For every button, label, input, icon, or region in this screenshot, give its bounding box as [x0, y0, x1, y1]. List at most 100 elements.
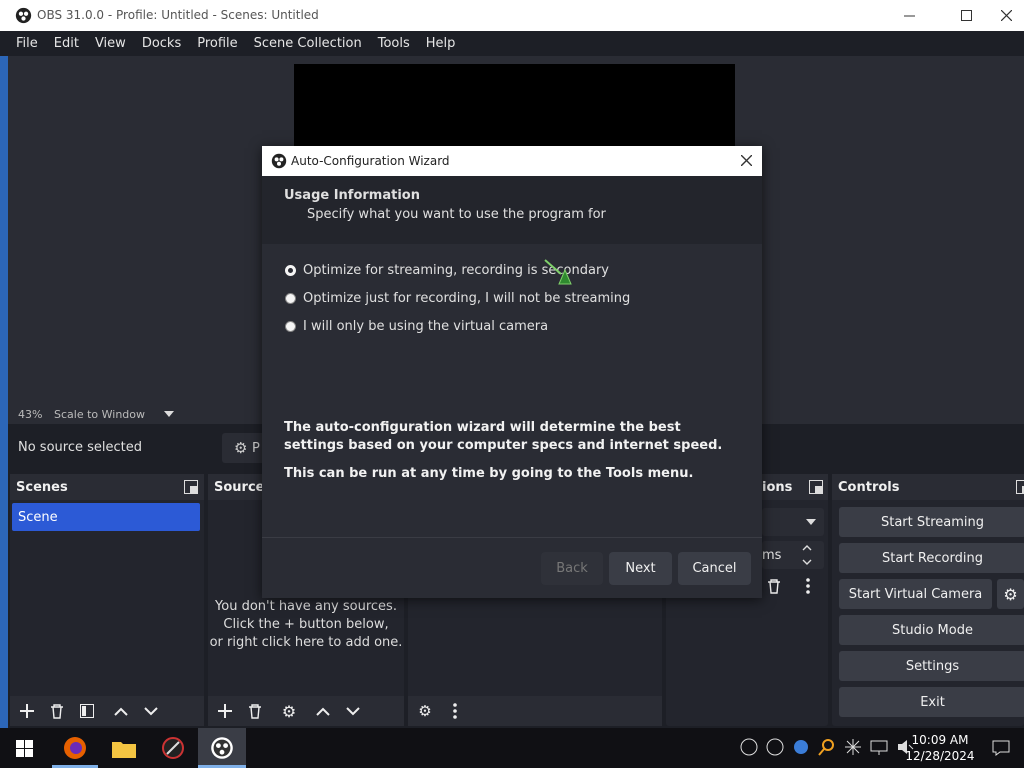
search-icon[interactable] — [818, 738, 836, 756]
clock-time: 10:09 AM — [911, 733, 969, 747]
menu-help[interactable]: Help — [418, 36, 464, 51]
gears-icon: ⚙ — [418, 702, 432, 720]
scene-list-item[interactable]: Scene — [12, 503, 200, 531]
remove-source-button[interactable] — [240, 696, 270, 726]
network-icon[interactable] — [844, 738, 862, 756]
maximize-button[interactable] — [943, 0, 989, 31]
move-source-down-button[interactable] — [338, 696, 368, 726]
duration-unit: ms — [762, 548, 782, 563]
kebab-menu-icon — [453, 703, 457, 719]
trash-icon — [249, 703, 261, 719]
scene-filters-button[interactable] — [72, 696, 102, 726]
empty-line-2: Click the + button below, — [223, 617, 389, 632]
settings-button[interactable]: Settings — [839, 651, 1024, 681]
menu-file[interactable]: File — [8, 36, 46, 51]
menu-docks[interactable]: Docks — [134, 36, 189, 51]
sources-title: Source — [214, 479, 265, 495]
start-streaming-button[interactable]: Start Streaming — [839, 507, 1024, 537]
cursor-icon — [544, 259, 572, 285]
virtual-camera-settings-button[interactable]: ⚙ — [997, 579, 1024, 609]
add-source-button[interactable] — [210, 696, 240, 726]
next-button[interactable]: Next — [609, 552, 672, 585]
gear-icon: ⚙ — [281, 701, 297, 721]
spin-arrows-icon[interactable] — [802, 544, 812, 566]
transition-select[interactable] — [762, 508, 824, 536]
audio-settings-button[interactable]: ⚙ — [410, 696, 440, 726]
taskbar-obs[interactable] — [198, 728, 246, 768]
menu-edit[interactable]: Edit — [46, 36, 87, 51]
transition-duration-field[interactable]: ms — [762, 541, 824, 569]
auto-config-wizard-dialog: Auto-Configuration Wizard Usage Informat… — [262, 146, 762, 598]
empty-line-1: You don't have any sources. — [215, 599, 397, 614]
exit-button[interactable]: Exit — [839, 687, 1024, 717]
scenes-toolbar — [10, 696, 204, 726]
desktop-edge — [0, 56, 8, 728]
taskbar-file-explorer[interactable] — [101, 728, 147, 768]
obs-logo-icon — [15, 7, 32, 24]
taskbar-firefox[interactable] — [52, 728, 98, 768]
clock[interactable]: 10:09 AM 12/28/2024 — [905, 732, 975, 764]
scenes-dock: Scenes Scene — [10, 474, 204, 726]
notifications-button[interactable] — [978, 728, 1024, 768]
app-icon — [162, 737, 184, 759]
add-scene-button[interactable] — [12, 696, 42, 726]
transition-menu-button[interactable] — [793, 571, 823, 601]
scale-mode-select[interactable]: Scale to Window — [54, 408, 145, 421]
wizard-subheading: Specify what you want to use the program… — [307, 207, 606, 222]
option-recording[interactable]: Optimize just for recording, I will not … — [285, 291, 630, 306]
radio-icon[interactable] — [285, 321, 296, 332]
move-scene-down-button[interactable] — [136, 696, 166, 726]
trash-icon — [51, 703, 63, 719]
start-recording-button[interactable]: Start Recording — [839, 543, 1024, 573]
kebab-menu-icon — [806, 578, 810, 594]
obs-logo-icon — [271, 153, 287, 169]
wizard-info-1: The auto-configuration wizard will deter… — [284, 420, 723, 453]
obs-tray-icon[interactable] — [766, 738, 784, 756]
close-icon[interactable] — [741, 155, 752, 166]
properties-label: P — [252, 441, 260, 456]
controls-dock-header: Controls — [832, 474, 1024, 500]
chevron-down-icon[interactable] — [164, 411, 174, 418]
start-button[interactable] — [0, 728, 48, 768]
filter-icon — [80, 704, 94, 718]
remove-transition-button[interactable] — [759, 571, 789, 601]
move-source-up-button[interactable] — [308, 696, 338, 726]
undock-icon[interactable] — [1016, 480, 1024, 494]
start-virtual-camera-button[interactable]: Start Virtual Camera — [839, 579, 992, 609]
taskbar-app[interactable] — [150, 728, 196, 768]
plus-icon — [20, 704, 34, 718]
audio-menu-button[interactable] — [440, 696, 470, 726]
wizard-divider — [262, 537, 762, 538]
menu-profile[interactable]: Profile — [189, 36, 245, 51]
audio-mixer-toolbar: ⚙ — [408, 696, 662, 726]
undock-icon[interactable] — [184, 480, 198, 494]
minimize-icon — [903, 15, 915, 17]
remove-scene-button[interactable] — [42, 696, 72, 726]
menu-bar: File Edit View Docks Profile Scene Colle… — [0, 31, 1024, 56]
option-virtual-camera[interactable]: I will only be using the virtual camera — [285, 319, 548, 334]
bluetooth-icon[interactable] — [792, 738, 810, 756]
maximize-icon — [960, 10, 972, 21]
obs-tray-icon[interactable] — [740, 738, 758, 756]
menu-view[interactable]: View — [87, 36, 134, 51]
cancel-button[interactable]: Cancel — [678, 552, 751, 585]
source-properties-button[interactable]: ⚙ — [274, 696, 304, 726]
menu-scene-collection[interactable]: Scene Collection — [246, 36, 370, 51]
studio-mode-button[interactable]: Studio Mode — [839, 615, 1024, 645]
scene-item-label: Scene — [18, 510, 58, 525]
option-recording-label: Optimize just for recording, I will not … — [303, 291, 631, 306]
minimize-button[interactable] — [886, 0, 932, 31]
system-tray — [740, 738, 914, 756]
chevron-up-icon — [316, 707, 330, 716]
gear-icon: ⚙ — [234, 439, 248, 457]
display-icon[interactable] — [870, 738, 888, 756]
close-window-button[interactable] — [988, 0, 1024, 31]
menu-tools[interactable]: Tools — [370, 36, 418, 51]
radio-icon[interactable] — [285, 293, 296, 304]
undock-icon[interactable] — [809, 480, 823, 494]
move-scene-up-button[interactable] — [106, 696, 136, 726]
back-button[interactable]: Back — [541, 552, 603, 585]
chevron-down-icon — [346, 706, 360, 715]
radio-selected-icon[interactable] — [285, 265, 296, 276]
chevron-down-icon — [806, 519, 816, 525]
